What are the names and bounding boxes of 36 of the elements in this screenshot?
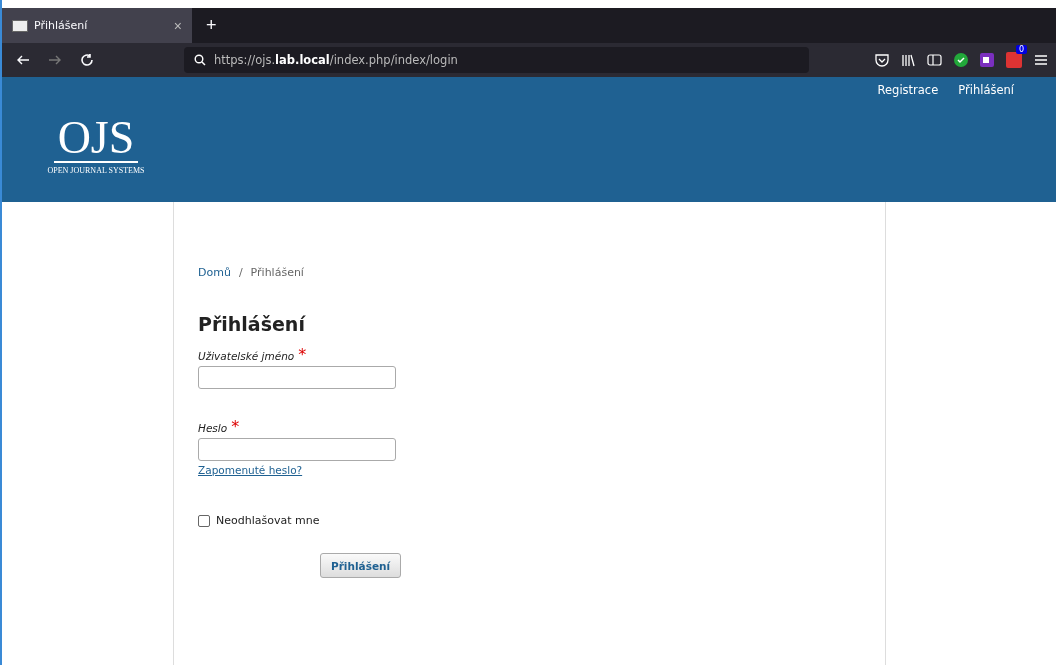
notification-badge: 0 [1015, 45, 1027, 54]
back-arrow-icon [16, 53, 30, 67]
address-bar[interactable]: https://ojs.lab.local/index.php/index/login [184, 47, 809, 73]
input-field[interactable] [198, 366, 396, 389]
logo-title: OJS [53, 115, 139, 163]
field-label: Heslo [198, 422, 228, 434]
forgot-password-link[interactable]: Zapomenuté heslo? [198, 464, 396, 476]
favicon-icon [12, 19, 28, 32]
breadcrumb-link[interactable]: Domů [198, 266, 231, 279]
library-icon[interactable] [901, 53, 915, 67]
required-mark: * [231, 417, 240, 436]
nav-link[interactable]: Přihlášení [958, 83, 1014, 97]
menu-icon[interactable] [1034, 54, 1048, 66]
note-extension-icon[interactable] [980, 53, 994, 67]
sidebar-icon[interactable] [927, 54, 942, 66]
checkmark-icon[interactable] [954, 53, 968, 67]
page-title: Přihlášení [198, 313, 305, 335]
breadcrumb-separator: / [238, 266, 243, 279]
checkbox-label: Neodhlašovat mne [216, 514, 320, 527]
close-tab-button[interactable]: × [173, 17, 182, 34]
forward-arrow-icon [48, 53, 62, 67]
checkbox[interactable] [198, 514, 210, 527]
search-icon [194, 54, 206, 66]
required-mark: * [298, 345, 307, 364]
input-field[interactable] [198, 438, 396, 461]
field-label: Uživatelské jméno [198, 350, 295, 362]
url-text: https://ojs.lab.local/index.php/index/login [214, 53, 458, 67]
new-tab-button[interactable]: + [192, 8, 231, 43]
nav-link[interactable]: Registrace [877, 83, 939, 97]
tab-title: Přihlášení [34, 19, 89, 32]
reload-icon [80, 53, 94, 67]
logo-subtitle: OPEN JOURNAL SYSTEMS [47, 166, 145, 175]
browser-tab[interactable]: Přihlášení × [2, 8, 192, 43]
breadcrumb-current: Přihlášení [250, 266, 304, 279]
login-button[interactable]: Přihlášení [320, 553, 402, 578]
pocket-icon[interactable] [875, 53, 889, 67]
